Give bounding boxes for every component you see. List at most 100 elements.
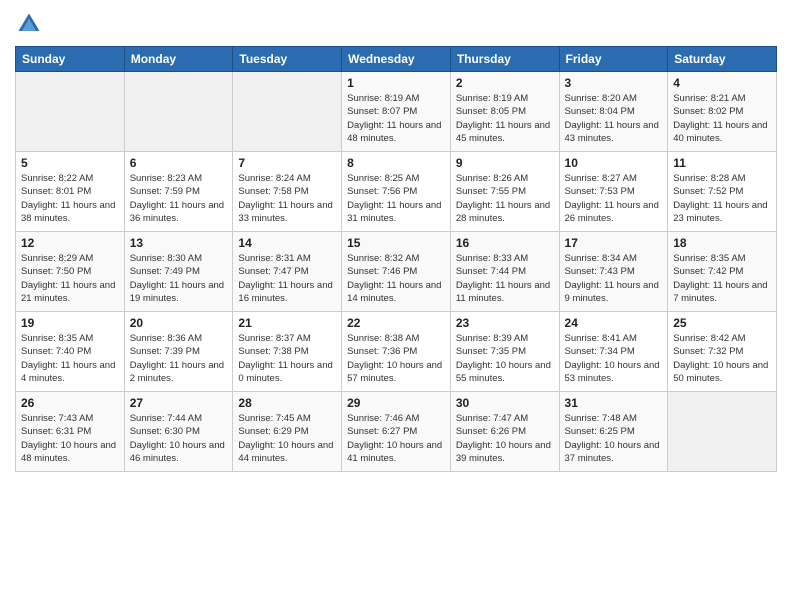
calendar-cell: 27 Sunrise: 7:44 AM Sunset: 6:30 PM Dayli…: [124, 392, 233, 472]
calendar-cell: 9 Sunrise: 8:26 AM Sunset: 7:55 PM Daylig…: [450, 152, 559, 232]
calendar-cell: 26 Sunrise: 7:43 AM Sunset: 6:31 PM Dayli…: [16, 392, 125, 472]
calendar-cell: 19 Sunrise: 8:35 AM Sunset: 7:40 PM Dayli…: [16, 312, 125, 392]
week-row-0: 1 Sunrise: 8:19 AM Sunset: 8:07 PM Daylig…: [16, 72, 777, 152]
logo-icon: [15, 10, 43, 38]
day-info: Sunrise: 8:28 AM Sunset: 7:52 PM Dayligh…: [673, 172, 771, 225]
calendar-cell: 30 Sunrise: 7:47 AM Sunset: 6:26 PM Dayli…: [450, 392, 559, 472]
day-number: 14: [238, 236, 336, 250]
header-friday: Friday: [559, 47, 668, 72]
day-number: 21: [238, 316, 336, 330]
calendar-cell: [668, 392, 777, 472]
day-number: 15: [347, 236, 445, 250]
calendar-cell: [233, 72, 342, 152]
day-number: 29: [347, 396, 445, 410]
day-number: 28: [238, 396, 336, 410]
day-info: Sunrise: 8:42 AM Sunset: 7:32 PM Dayligh…: [673, 332, 771, 385]
header-monday: Monday: [124, 47, 233, 72]
day-number: 22: [347, 316, 445, 330]
calendar-cell: 1 Sunrise: 8:19 AM Sunset: 8:07 PM Daylig…: [342, 72, 451, 152]
day-info: Sunrise: 7:44 AM Sunset: 6:30 PM Dayligh…: [130, 412, 228, 465]
day-number: 23: [456, 316, 554, 330]
day-number: 27: [130, 396, 228, 410]
calendar-cell: 8 Sunrise: 8:25 AM Sunset: 7:56 PM Daylig…: [342, 152, 451, 232]
day-number: 31: [565, 396, 663, 410]
day-number: 16: [456, 236, 554, 250]
day-info: Sunrise: 8:35 AM Sunset: 7:40 PM Dayligh…: [21, 332, 119, 385]
day-number: 19: [21, 316, 119, 330]
calendar-cell: 16 Sunrise: 8:33 AM Sunset: 7:44 PM Dayli…: [450, 232, 559, 312]
calendar-cell: 25 Sunrise: 8:42 AM Sunset: 7:32 PM Dayli…: [668, 312, 777, 392]
calendar-cell: 7 Sunrise: 8:24 AM Sunset: 7:58 PM Daylig…: [233, 152, 342, 232]
day-info: Sunrise: 7:43 AM Sunset: 6:31 PM Dayligh…: [21, 412, 119, 465]
calendar-header: SundayMondayTuesdayWednesdayThursdayFrid…: [16, 47, 777, 72]
calendar-cell: 24 Sunrise: 8:41 AM Sunset: 7:34 PM Dayli…: [559, 312, 668, 392]
day-number: 1: [347, 76, 445, 90]
day-number: 11: [673, 156, 771, 170]
header-thursday: Thursday: [450, 47, 559, 72]
day-number: 3: [565, 76, 663, 90]
calendar-cell: [16, 72, 125, 152]
day-number: 12: [21, 236, 119, 250]
calendar-cell: 18Sunrise: 8:35 AM Sunset: 7:42 PM Dayli…: [668, 232, 777, 312]
day-info: Sunrise: 7:46 AM Sunset: 6:27 PM Dayligh…: [347, 412, 445, 465]
day-info: Sunrise: 8:19 AM Sunset: 8:07 PM Dayligh…: [347, 92, 445, 145]
calendar-body: 1 Sunrise: 8:19 AM Sunset: 8:07 PM Daylig…: [16, 72, 777, 472]
day-number: 26: [21, 396, 119, 410]
calendar-cell: 3 Sunrise: 8:20 AM Sunset: 8:04 PM Daylig…: [559, 72, 668, 152]
calendar-cell: 23 Sunrise: 8:39 AM Sunset: 7:35 PM Dayli…: [450, 312, 559, 392]
day-number: 6: [130, 156, 228, 170]
day-info: Sunrise: 8:38 AM Sunset: 7:36 PM Dayligh…: [347, 332, 445, 385]
day-info: Sunrise: 8:23 AM Sunset: 7:59 PM Dayligh…: [130, 172, 228, 225]
calendar-cell: 22 Sunrise: 8:38 AM Sunset: 7:36 PM Dayli…: [342, 312, 451, 392]
day-info: Sunrise: 7:47 AM Sunset: 6:26 PM Dayligh…: [456, 412, 554, 465]
day-info: Sunrise: 8:41 AM Sunset: 7:34 PM Dayligh…: [565, 332, 663, 385]
calendar-cell: [124, 72, 233, 152]
week-row-3: 19 Sunrise: 8:35 AM Sunset: 7:40 PM Dayli…: [16, 312, 777, 392]
day-number: 17: [565, 236, 663, 250]
day-info: Sunrise: 8:37 AM Sunset: 7:38 PM Dayligh…: [238, 332, 336, 385]
day-number: 9: [456, 156, 554, 170]
day-info: Sunrise: 8:19 AM Sunset: 8:05 PM Dayligh…: [456, 92, 554, 145]
calendar-table: SundayMondayTuesdayWednesdayThursdayFrid…: [15, 46, 777, 472]
day-info: Sunrise: 8:25 AM Sunset: 7:56 PM Dayligh…: [347, 172, 445, 225]
day-info: Sunrise: 8:39 AM Sunset: 7:35 PM Dayligh…: [456, 332, 554, 385]
day-number: 30: [456, 396, 554, 410]
calendar-cell: 11 Sunrise: 8:28 AM Sunset: 7:52 PM Dayli…: [668, 152, 777, 232]
calendar-cell: 6 Sunrise: 8:23 AM Sunset: 7:59 PM Daylig…: [124, 152, 233, 232]
calendar-cell: 15Sunrise: 8:32 AM Sunset: 7:46 PM Dayli…: [342, 232, 451, 312]
day-number: 4: [673, 76, 771, 90]
day-info: Sunrise: 8:24 AM Sunset: 7:58 PM Dayligh…: [238, 172, 336, 225]
day-info: Sunrise: 8:26 AM Sunset: 7:55 PM Dayligh…: [456, 172, 554, 225]
day-info: Sunrise: 8:20 AM Sunset: 8:04 PM Dayligh…: [565, 92, 663, 145]
week-row-2: 12Sunrise: 8:29 AM Sunset: 7:50 PM Dayli…: [16, 232, 777, 312]
day-info: Sunrise: 8:30 AM Sunset: 7:49 PM Dayligh…: [130, 252, 228, 305]
day-number: 18: [673, 236, 771, 250]
calendar-cell: 29 Sunrise: 7:46 AM Sunset: 6:27 PM Dayli…: [342, 392, 451, 472]
header-tuesday: Tuesday: [233, 47, 342, 72]
calendar-cell: 14Sunrise: 8:31 AM Sunset: 7:47 PM Dayli…: [233, 232, 342, 312]
calendar-cell: 5 Sunrise: 8:22 AM Sunset: 8:01 PM Daylig…: [16, 152, 125, 232]
day-number: 5: [21, 156, 119, 170]
calendar-cell: 13Sunrise: 8:30 AM Sunset: 7:49 PM Dayli…: [124, 232, 233, 312]
day-number: 10: [565, 156, 663, 170]
calendar-cell: 28Sunrise: 7:45 AM Sunset: 6:29 PM Dayli…: [233, 392, 342, 472]
day-number: 24: [565, 316, 663, 330]
day-info: Sunrise: 8:33 AM Sunset: 7:44 PM Dayligh…: [456, 252, 554, 305]
day-info: Sunrise: 8:22 AM Sunset: 8:01 PM Dayligh…: [21, 172, 119, 225]
header-sunday: Sunday: [16, 47, 125, 72]
day-info: Sunrise: 7:48 AM Sunset: 6:25 PM Dayligh…: [565, 412, 663, 465]
logo: [15, 10, 47, 38]
calendar-cell: 2Sunrise: 8:19 AM Sunset: 8:05 PM Daylig…: [450, 72, 559, 152]
header-row: SundayMondayTuesdayWednesdayThursdayFrid…: [16, 47, 777, 72]
page: SundayMondayTuesdayWednesdayThursdayFrid…: [0, 0, 792, 612]
day-info: Sunrise: 8:27 AM Sunset: 7:53 PM Dayligh…: [565, 172, 663, 225]
calendar-cell: 20Sunrise: 8:36 AM Sunset: 7:39 PM Dayli…: [124, 312, 233, 392]
calendar-cell: 12Sunrise: 8:29 AM Sunset: 7:50 PM Dayli…: [16, 232, 125, 312]
calendar-cell: 21 Sunrise: 8:37 AM Sunset: 7:38 PM Dayli…: [233, 312, 342, 392]
day-number: 8: [347, 156, 445, 170]
day-number: 20: [130, 316, 228, 330]
day-number: 25: [673, 316, 771, 330]
calendar-cell: 31 Sunrise: 7:48 AM Sunset: 6:25 PM Dayli…: [559, 392, 668, 472]
day-number: 7: [238, 156, 336, 170]
calendar-cell: 4Sunrise: 8:21 AM Sunset: 8:02 PM Daylig…: [668, 72, 777, 152]
